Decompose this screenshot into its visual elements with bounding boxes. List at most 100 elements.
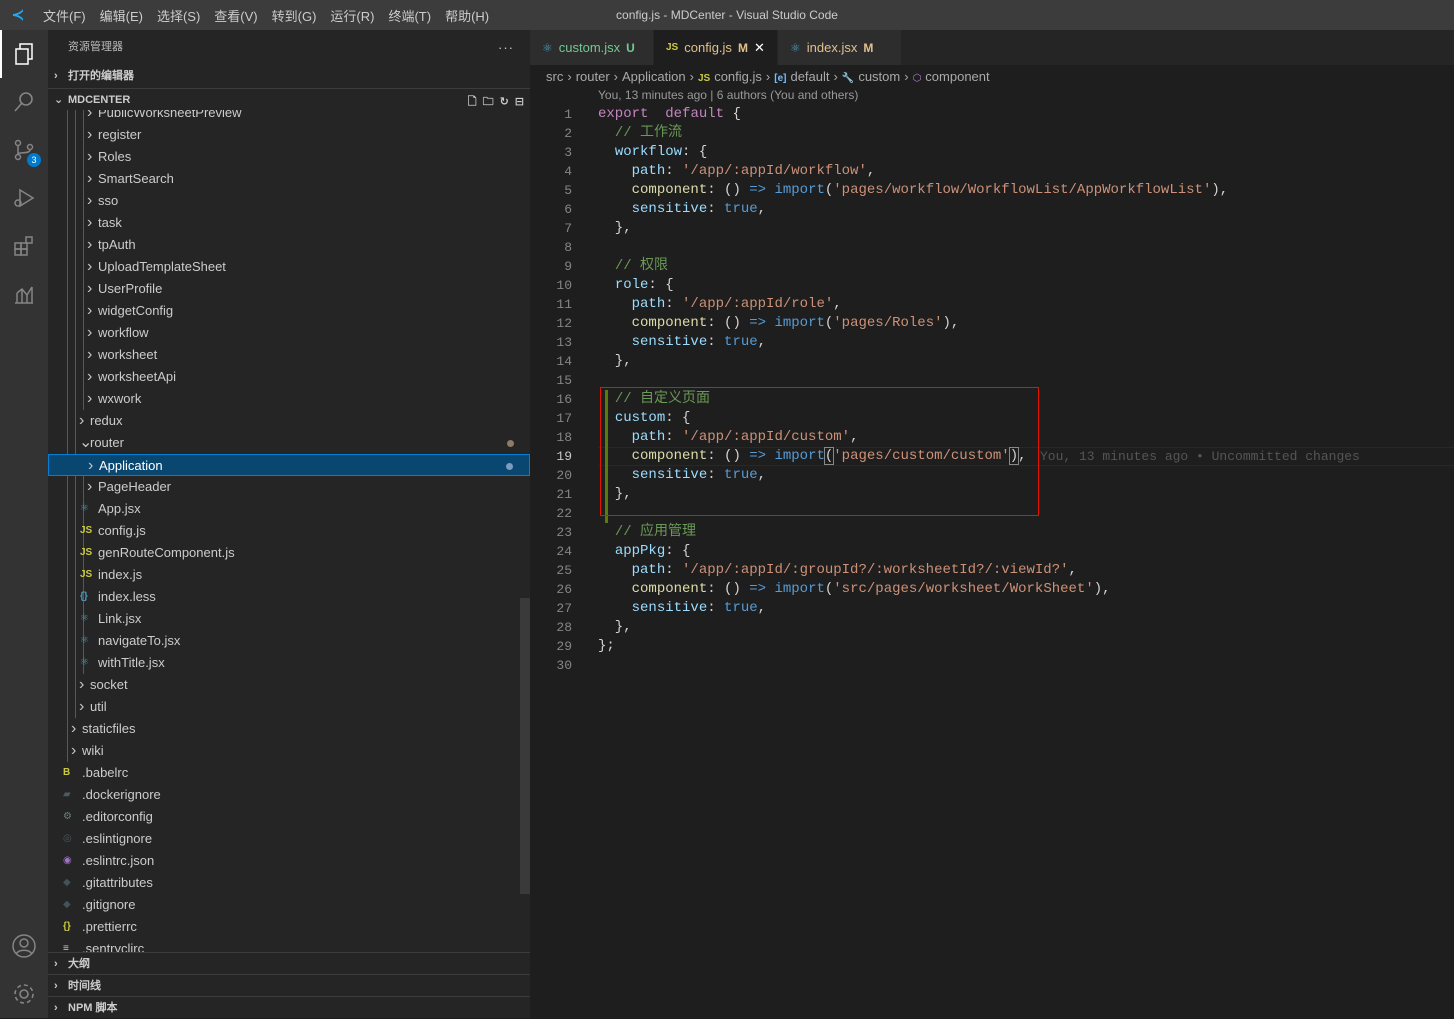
- more-actions-button[interactable]: ···: [498, 30, 514, 65]
- tree-item-smartsearch[interactable]: › SmartSearch: [48, 168, 530, 190]
- breadcrumb-item[interactable]: component: [925, 69, 989, 84]
- tree-item-publicworksheetpreview[interactable]: › PublicWorksheetPreview: [48, 110, 530, 124]
- timeline-section[interactable]: › 时间线: [48, 974, 530, 996]
- open-editors-section[interactable]: › 打开的编辑器: [48, 65, 530, 87]
- code-line[interactable]: // 应用管理: [598, 523, 696, 542]
- tree-item-staticfiles[interactable]: › staticfiles: [48, 718, 530, 740]
- code-line[interactable]: },: [598, 352, 632, 371]
- tree-item-roles[interactable]: › Roles: [48, 146, 530, 168]
- code-line[interactable]: };: [598, 637, 615, 656]
- breadcrumb-item[interactable]: config.js: [714, 69, 762, 84]
- tree-item-userprofile[interactable]: › UserProfile: [48, 278, 530, 300]
- menu-item[interactable]: 查看(V): [207, 6, 264, 25]
- code-line[interactable]: },: [598, 219, 632, 238]
- tree-item-redux[interactable]: › redux: [48, 410, 530, 432]
- menu-item[interactable]: 选择(S): [150, 6, 207, 25]
- chevron-right-icon: ›: [87, 280, 93, 297]
- menu-item[interactable]: 运行(R): [323, 6, 381, 25]
- tree-item-pageheader[interactable]: › PageHeader: [48, 476, 530, 498]
- tab-custom-jsx[interactable]: ⚛ custom.jsx U: [530, 30, 654, 65]
- tree-item-worksheetapi[interactable]: › worksheetApi: [48, 366, 530, 388]
- line-number: 4: [564, 164, 572, 179]
- menu-item[interactable]: 帮助(H): [438, 6, 496, 25]
- tree-item-editorconfig[interactable]: ⚙ .editorconfig: [48, 806, 530, 828]
- tree-item-linkjsx[interactable]: ⚛ Link.jsx: [48, 608, 530, 630]
- chevron-right-icon: ›: [87, 110, 93, 121]
- menu-item[interactable]: 编辑(E): [93, 6, 150, 25]
- menu-item[interactable]: 文件(F): [36, 6, 93, 25]
- tree-item-eslintrcjson[interactable]: ◉ .eslintrc.json: [48, 850, 530, 872]
- tree-item-wiki[interactable]: › wiki: [48, 740, 530, 762]
- extensions-icon[interactable]: [0, 222, 48, 270]
- outline-section[interactable]: › 大纲: [48, 952, 530, 974]
- project-section[interactable]: ⌄ MDCENTER 🗋 🗀 ↻ ⊟: [48, 88, 530, 110]
- settings-gear-icon[interactable]: [0, 970, 48, 1018]
- tree-item-dockerignore[interactable]: ▰ .dockerignore: [48, 784, 530, 806]
- tree-item-sso[interactable]: › sso: [48, 190, 530, 212]
- code-line[interactable]: workflow: {: [598, 143, 707, 162]
- breadcrumb-item[interactable]: custom: [858, 69, 900, 84]
- tree-item-eslintignore[interactable]: ◎ .eslintignore: [48, 828, 530, 850]
- tree-item-worksheet[interactable]: › worksheet: [48, 344, 530, 366]
- code-line[interactable]: sensitive: true,: [598, 200, 766, 219]
- tree-item-gitattributes[interactable]: ◆ .gitattributes: [48, 872, 530, 894]
- code-line[interactable]: component: () => import('src/pages/works…: [598, 580, 1111, 599]
- tree-item-babelrc[interactable]: B .babelrc: [48, 762, 530, 784]
- tree-item-router[interactable]: ⌄ router: [48, 432, 530, 454]
- tree-item-indexjs[interactable]: JS index.js: [48, 564, 530, 586]
- tree-item-navigatetojsx[interactable]: ⚛ navigateTo.jsx: [48, 630, 530, 652]
- breadcrumb-item[interactable]: Application: [622, 69, 686, 84]
- npm-scripts-section[interactable]: › NPM 脚本: [48, 996, 530, 1018]
- code-line[interactable]: sensitive: true,: [598, 599, 766, 618]
- code-token: true: [724, 334, 758, 350]
- tree-item-util[interactable]: › util: [48, 696, 530, 718]
- tree-item-indexless[interactable]: {} index.less: [48, 586, 530, 608]
- tree-item-socket[interactable]: › socket: [48, 674, 530, 696]
- tree-item-gitignore[interactable]: ◆ .gitignore: [48, 894, 530, 916]
- code-line[interactable]: // 工作流: [598, 124, 682, 143]
- code-line[interactable]: path: '/app/:appId/workflow',: [598, 162, 876, 181]
- tree-item-register[interactable]: › register: [48, 124, 530, 146]
- source-control-icon[interactable]: 3: [0, 126, 48, 174]
- codelens-authors[interactable]: You, 13 minutes ago | 6 authors (You and…: [598, 88, 858, 102]
- code-line[interactable]: role: {: [598, 276, 674, 295]
- sidebar-scrollbar[interactable]: [520, 598, 530, 894]
- tree-item-workflow[interactable]: › workflow: [48, 322, 530, 344]
- tree-item-task[interactable]: › task: [48, 212, 530, 234]
- chevron-right-icon: ›: [87, 258, 93, 275]
- account-icon[interactable]: [0, 922, 48, 970]
- gear-icon: ⚙: [63, 811, 72, 822]
- tree-item-genroutecomponentjs[interactable]: JS genRouteComponent.js: [48, 542, 530, 564]
- menu-item[interactable]: 转到(G): [265, 6, 324, 25]
- breadcrumb-item[interactable]: src: [546, 69, 563, 84]
- tab-config-js[interactable]: JS config.js M ✕: [654, 30, 778, 65]
- code-line[interactable]: component: () => import('pages/workflow/…: [598, 181, 1229, 200]
- tree-item-widgetconfig[interactable]: › widgetConfig: [48, 300, 530, 322]
- analytics-icon[interactable]: [0, 270, 48, 318]
- tree-item-prettierrc[interactable]: {} .prettierrc: [48, 916, 530, 938]
- explorer-icon[interactable]: [0, 30, 48, 78]
- run-debug-icon[interactable]: [0, 174, 48, 222]
- code-line[interactable]: appPkg: {: [598, 542, 691, 561]
- breadcrumb-item[interactable]: router: [576, 69, 610, 84]
- code-line[interactable]: // 权限: [598, 257, 668, 276]
- tree-item-sentryclirc[interactable]: ≡ .sentryclirc: [48, 938, 530, 952]
- tree-item-withtitlejsx[interactable]: ⚛ withTitle.jsx: [48, 652, 530, 674]
- search-icon[interactable]: [0, 78, 48, 126]
- tree-item-uploadtemplatesheet[interactable]: › UploadTemplateSheet: [48, 256, 530, 278]
- code-line[interactable]: export default {: [598, 105, 741, 124]
- tree-item-appjsx[interactable]: ⚛ App.jsx: [48, 498, 530, 520]
- code-line[interactable]: path: '/app/:appId/role',: [598, 295, 842, 314]
- tree-item-wxwork[interactable]: › wxwork: [48, 388, 530, 410]
- code-line[interactable]: },: [598, 618, 632, 637]
- menu-item[interactable]: 终端(T): [381, 6, 438, 25]
- tree-item-configjs[interactable]: JS config.js: [48, 520, 530, 542]
- code-line[interactable]: component: () => import('pages/Roles'),: [598, 314, 960, 333]
- code-line[interactable]: path: '/app/:appId/:groupId?/:worksheetI…: [598, 561, 1077, 580]
- tree-item-application[interactable]: › Application: [48, 454, 530, 476]
- code-line[interactable]: sensitive: true,: [598, 333, 766, 352]
- tab-index-jsx[interactable]: ⚛ index.jsx M: [778, 30, 902, 65]
- close-icon[interactable]: ✕: [754, 40, 765, 56]
- tree-item-tpauth[interactable]: › tpAuth: [48, 234, 530, 256]
- breadcrumb-item[interactable]: default: [790, 69, 829, 84]
